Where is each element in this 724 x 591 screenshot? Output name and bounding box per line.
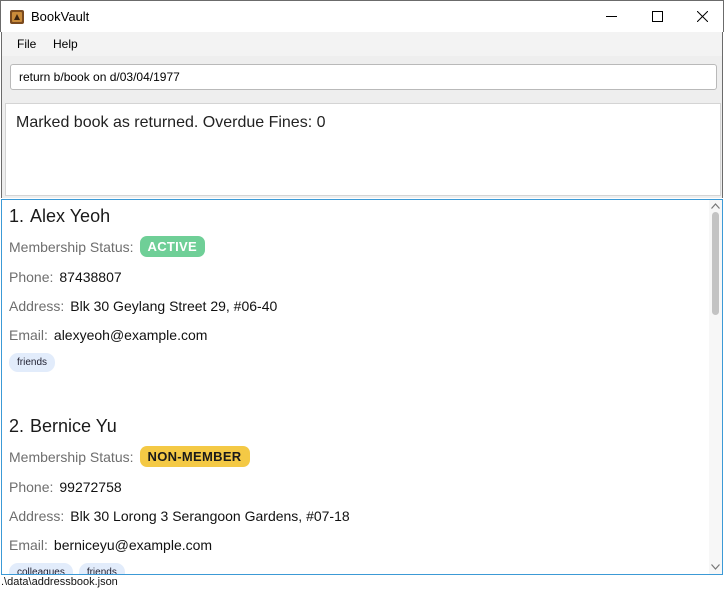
address-row: Address: Blk 30 Lorong 3 Serangoon Garde…	[9, 508, 350, 524]
person-index: 2.	[9, 416, 25, 436]
membership-row: Membership Status: NON-MEMBER	[9, 446, 250, 467]
phone-row: Phone: 99272758	[9, 479, 122, 495]
address-label: Address:	[9, 508, 65, 524]
address-value: Blk 30 Geylang Street 29, #06-40	[70, 298, 278, 314]
menu-bar: File Help	[1, 32, 723, 56]
minimize-button[interactable]	[588, 1, 634, 32]
result-display: Marked book as returned. Overdue Fines: …	[5, 103, 721, 196]
menu-file[interactable]: File	[17, 37, 36, 51]
membership-label: Membership Status:	[9, 448, 134, 465]
window-title: BookVault	[31, 9, 90, 24]
person-name-heading: 2. Bernice Yu	[9, 416, 117, 437]
scroll-up-icon[interactable]	[711, 203, 720, 209]
email-label: Email:	[9, 537, 48, 553]
phone-row: Phone: 87438807	[9, 269, 122, 285]
phone-value: 87438807	[59, 269, 122, 285]
phone-label: Phone:	[9, 269, 54, 285]
person-list[interactable]: 1. Alex Yeoh Membership Status: ACTIVE Ph…	[1, 199, 723, 575]
phone-value: 99272758	[59, 479, 122, 495]
address-row: Address: Blk 30 Geylang Street 29, #06-4…	[9, 298, 277, 314]
person-name: Bernice Yu	[30, 416, 117, 436]
maximize-button[interactable]	[634, 1, 680, 32]
membership-badge: NON-MEMBER	[139, 446, 250, 467]
scroll-down-icon[interactable]	[711, 564, 720, 570]
command-area	[1, 56, 723, 100]
tag: friends	[9, 353, 56, 372]
app-icon	[9, 9, 25, 25]
status-bar: .\data\addressbook.json	[0, 575, 724, 591]
minimize-icon	[605, 16, 617, 17]
tag-list: friends	[9, 353, 61, 372]
tag: friends	[78, 563, 125, 574]
close-button[interactable]	[679, 1, 724, 32]
email-row: Email: berniceyu@example.com	[9, 537, 212, 553]
list-scrollbar[interactable]	[709, 200, 722, 574]
tag: colleagues	[9, 563, 73, 574]
tag-list: colleagues friends	[9, 563, 131, 574]
scroll-thumb[interactable]	[712, 212, 719, 315]
address-label: Address:	[9, 298, 65, 314]
membership-badge: ACTIVE	[139, 236, 205, 257]
close-icon	[696, 11, 708, 22]
email-label: Email:	[9, 327, 48, 343]
person-index: 1.	[9, 206, 25, 226]
menu-help[interactable]: Help	[53, 37, 78, 51]
email-value: berniceyu@example.com	[53, 537, 213, 553]
address-value: Blk 30 Lorong 3 Serangoon Gardens, #07-1…	[70, 508, 350, 524]
maximize-icon	[651, 11, 663, 22]
title-bar: BookVault	[0, 0, 724, 32]
membership-label: Membership Status:	[9, 238, 134, 255]
command-input[interactable]	[10, 64, 717, 90]
phone-label: Phone:	[9, 479, 54, 495]
result-message: Marked book as returned. Overdue Fines: …	[16, 114, 326, 131]
email-row: Email: alexyeoh@example.com	[9, 327, 207, 343]
person-name-heading: 1. Alex Yeoh	[9, 206, 110, 227]
person-name: Alex Yeoh	[30, 206, 111, 226]
result-area: Marked book as returned. Overdue Fines: …	[1, 100, 723, 198]
email-value: alexyeoh@example.com	[53, 327, 208, 343]
membership-row: Membership Status: ACTIVE	[9, 236, 205, 257]
save-location: .\data\addressbook.json	[1, 576, 118, 588]
